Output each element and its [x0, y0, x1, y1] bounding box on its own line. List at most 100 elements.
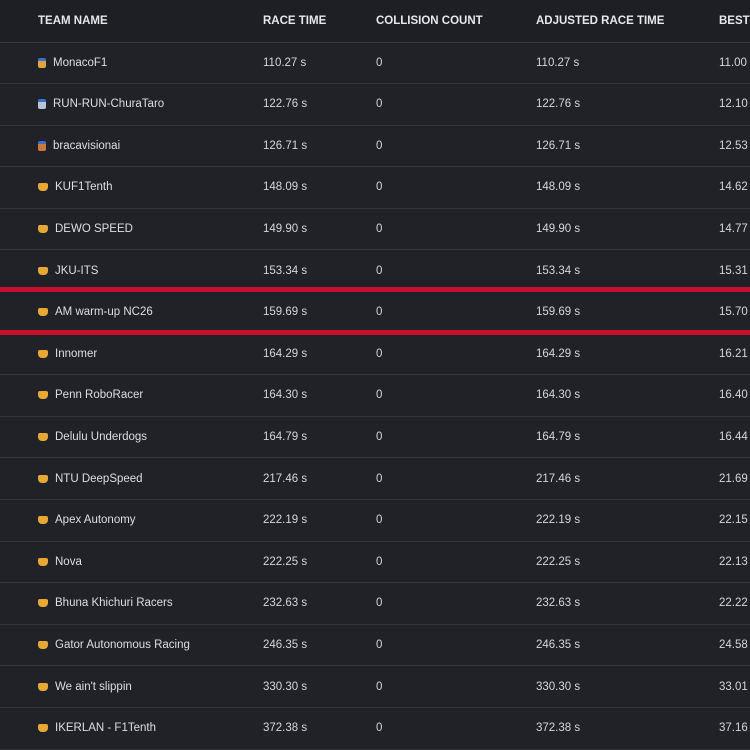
header-collision-count[interactable]: COLLISION COUNT — [376, 0, 526, 42]
adjusted-race-time-cell: 126.71 s — [536, 139, 581, 152]
team-name: Delulu Underdogs — [55, 430, 148, 443]
collision-count-cell: 0 — [376, 389, 383, 402]
team-name: Innomer — [55, 347, 98, 360]
sports-medal-icon — [38, 474, 48, 483]
sports-medal-icon — [38, 183, 48, 192]
race-time-cell: 372.38 s — [263, 722, 308, 735]
collision-count-cell: 0 — [376, 638, 383, 651]
race-time-cell: 246.35 s — [263, 638, 308, 651]
best-lap-cell: 22.13 — [719, 555, 748, 568]
team-cell: Penn RoboRacer — [38, 375, 248, 416]
team-name: KUF1Tenth — [55, 181, 113, 194]
adjusted-race-time-cell: 222.19 s — [536, 514, 581, 527]
adjusted-race-time-cell: 148.09 s — [536, 181, 581, 194]
header-best[interactable]: BEST — [719, 0, 750, 42]
team-name: Penn RoboRacer — [55, 389, 144, 402]
team-name: IKERLAN - F1Tenth — [55, 722, 156, 735]
team-name: AM warm-up NC26 — [55, 306, 153, 319]
team-cell: bracavisionai — [38, 125, 248, 166]
table-row[interactable]: bracavisionai 126.71 s 0 126.71 s 12.53 — [0, 125, 750, 168]
adjusted-race-time-cell: 159.69 s — [536, 306, 581, 319]
adjusted-race-time-cell: 232.63 s — [536, 597, 581, 610]
collision-count-cell: 0 — [376, 597, 383, 610]
adjusted-race-time-cell: 246.35 s — [536, 638, 581, 651]
header-adjusted-race-time[interactable]: ADJUSTED RACE TIME — [536, 0, 706, 42]
team-cell: RUN-RUN-ChuraTaro — [38, 84, 248, 125]
table-row[interactable]: Nova 222.25 s 0 222.25 s 22.13 — [0, 541, 750, 584]
silver-medal-icon — [38, 99, 46, 110]
table-row[interactable]: Apex Autonomy 222.19 s 0 222.19 s 22.15 — [0, 500, 750, 542]
sports-medal-icon — [38, 599, 48, 608]
collision-count-cell: 0 — [376, 430, 383, 443]
highlight-bottom-line — [0, 330, 750, 336]
team-cell: Delulu Underdogs — [38, 416, 248, 457]
team-cell: MonacoF1 — [38, 42, 248, 83]
team-cell: We ain't slippin — [38, 666, 248, 707]
team-name: Gator Autonomous Racing — [55, 638, 190, 651]
team-name: NTU DeepSpeed — [55, 472, 143, 485]
highlight-top-line — [0, 286, 750, 292]
adjusted-race-time-cell: 217.46 s — [536, 472, 581, 485]
table-row[interactable]: DEWO SPEED 149.90 s 0 149.90 s 14.77 — [0, 208, 750, 251]
sports-medal-icon — [38, 349, 48, 358]
race-time-cell: 110.27 s — [263, 56, 307, 69]
best-lap-cell: 16.40 — [719, 389, 748, 402]
best-lap-cell: 24.58 — [719, 638, 748, 651]
best-lap-cell: 15.31 — [719, 264, 748, 277]
best-lap-cell: 16.44 — [719, 430, 748, 443]
race-time-cell: 149.90 s — [263, 222, 308, 235]
adjusted-race-time-cell: 164.30 s — [536, 389, 581, 402]
table-row[interactable]: IKERLAN - F1Tenth 372.38 s 0 372.38 s 37.16 — [0, 708, 750, 750]
adjusted-race-time-cell: 330.30 s — [536, 680, 581, 693]
team-cell: AM warm-up NC26 — [38, 292, 248, 333]
table-row[interactable]: Delulu Underdogs 164.79 s 0 164.79 s 16.44 — [0, 416, 750, 459]
table-row[interactable]: Gator Autonomous Racing 246.35 s 0 246.35 s… — [0, 624, 750, 667]
best-lap-cell: 22.22 — [719, 597, 748, 610]
sports-medal-icon — [38, 432, 48, 441]
adjusted-race-time-cell: 153.34 s — [536, 264, 581, 277]
team-name: MonacoF1 — [53, 56, 108, 69]
header-team-name[interactable]: TEAM NAME — [38, 0, 248, 42]
team-name: bracavisionai — [53, 139, 121, 152]
best-lap-cell: 12.10 — [719, 98, 748, 111]
table-row[interactable]: Penn RoboRacer 164.30 s 0 164.30 s 16.40 — [0, 375, 750, 417]
table-row[interactable]: Innomer 164.29 s 0 164.29 s 16.21 — [0, 333, 750, 376]
best-lap-cell: 11.00 — [719, 56, 747, 69]
team-cell: Gator Autonomous Racing — [38, 624, 248, 665]
table-row[interactable]: Bhuna Khichuri Racers 232.63 s 0 232.63 s 22… — [0, 583, 750, 625]
adjusted-race-time-cell: 122.76 s — [536, 98, 581, 111]
race-time-cell: 159.69 s — [263, 306, 308, 319]
race-time-cell: 164.29 s — [263, 347, 308, 360]
collision-count-cell: 0 — [376, 98, 383, 111]
table-row[interactable]: KUF1Tenth 148.09 s 0 148.09 s 14.62 — [0, 167, 750, 209]
team-name: We ain't slippin — [55, 680, 132, 693]
table-row[interactable]: AM warm-up NC26 159.69 s 0 159.69 s 15.70 — [0, 292, 750, 334]
team-cell: Nova — [38, 541, 248, 582]
team-name: DEWO SPEED — [55, 222, 133, 235]
table-header-row: TEAM NAME RACE TIME COLLISION COUNT ADJU… — [0, 0, 750, 43]
best-lap-cell: 14.62 — [719, 181, 748, 194]
team-name: JKU-ITS — [55, 264, 99, 277]
collision-count-cell: 0 — [376, 56, 383, 69]
collision-count-cell: 0 — [376, 264, 383, 277]
team-cell: IKERLAN - F1Tenth — [38, 708, 248, 749]
team-cell: DEWO SPEED — [38, 208, 248, 249]
table-row[interactable]: We ain't slippin 330.30 s 0 330.30 s 33.01 — [0, 666, 750, 708]
table-row[interactable]: NTU DeepSpeed 217.46 s 0 217.46 s 21.69 — [0, 458, 750, 500]
bronze-medal-icon — [38, 140, 46, 151]
race-time-cell: 148.09 s — [263, 181, 308, 194]
team-name: Nova — [55, 555, 82, 568]
sports-medal-icon — [38, 516, 48, 525]
collision-count-cell: 0 — [376, 555, 383, 568]
table-row[interactable]: RUN-RUN-ChuraTaro 122.76 s 0 122.76 s 12.10 — [0, 84, 750, 126]
sports-medal-icon — [38, 682, 48, 691]
leaderboard-table: TEAM NAME RACE TIME COLLISION COUNT ADJU… — [0, 0, 750, 750]
table-row[interactable]: MonacoF1 110.27 s 0 110.27 s 11.00 — [0, 42, 750, 84]
best-lap-cell: 22.15 — [719, 514, 748, 527]
header-race-time[interactable]: RACE TIME — [263, 0, 363, 42]
race-time-cell: 232.63 s — [263, 597, 308, 610]
collision-count-cell: 0 — [376, 472, 383, 485]
adjusted-race-time-cell: 164.29 s — [536, 347, 581, 360]
best-lap-cell: 37.16 — [719, 722, 748, 735]
best-lap-cell: 21.69 — [719, 472, 748, 485]
